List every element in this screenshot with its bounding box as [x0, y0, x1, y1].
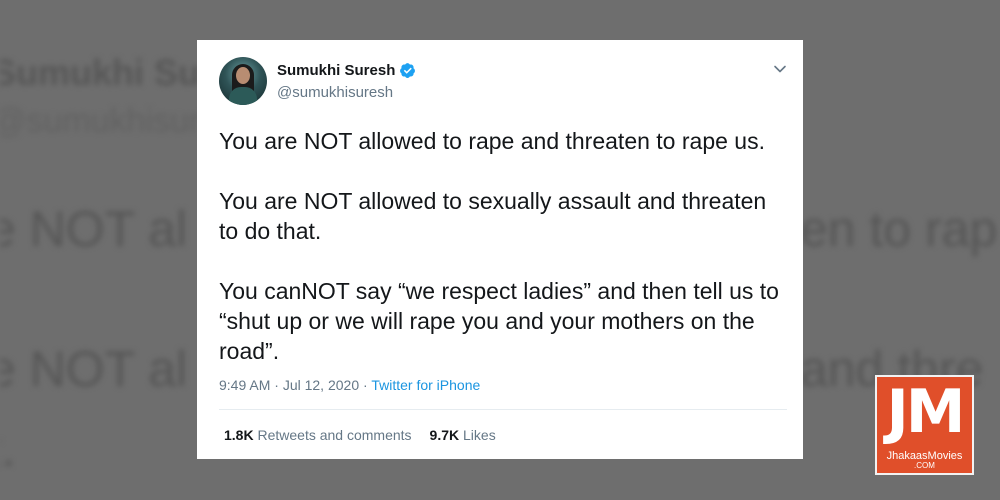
tweet-paragraph: You are NOT allowed to sexually assault … — [219, 188, 767, 244]
retweets-count: 1.8K — [224, 427, 254, 443]
author-name[interactable]: Sumukhi Suresh — [277, 62, 395, 79]
tweet-meta: 9:49 AM · Jul 12, 2020 · Twitter for iPh… — [219, 377, 481, 393]
likes-stat[interactable]: 9.7K Likes — [430, 427, 496, 443]
verified-badge-icon — [400, 63, 416, 78]
tweet-time[interactable]: 9:49 AM — [219, 377, 270, 393]
likes-label: Likes — [463, 427, 496, 443]
chevron-down-icon[interactable] — [773, 62, 787, 76]
author-row: Sumukhi Suresh — [277, 62, 416, 79]
tweet-paragraph: You are NOT allowed to rape and threaten… — [219, 128, 765, 154]
logo-letters: JM — [886, 377, 965, 447]
meta-separator: · — [359, 377, 372, 393]
tweet-stats: 1.8K Retweets and comments 9.7K Likes — [224, 427, 514, 443]
tweet-paragraph: You canNOT say “we respect ladies” and t… — [219, 278, 779, 364]
watermark-logo: JM JhakaasMovies .COM — [875, 375, 974, 475]
author-handle[interactable]: @sumukhisuresh — [277, 84, 393, 101]
retweets-label: Retweets and comments — [257, 427, 412, 443]
divider — [219, 409, 787, 410]
likes-count: 9.7K — [429, 427, 460, 443]
tweet-card: Sumukhi Suresh @sumukhisuresh You are NO… — [197, 40, 803, 459]
tweet-date[interactable]: Jul 12, 2020 — [283, 377, 359, 393]
tweet-text: You are NOT allowed to rape and threaten… — [219, 126, 789, 366]
avatar[interactable] — [219, 57, 267, 105]
retweets-stat[interactable]: 1.8K Retweets and comments — [224, 427, 412, 443]
logo-sub: .COM — [914, 461, 935, 470]
tweet-source-link[interactable]: Twitter for iPhone — [371, 377, 480, 393]
